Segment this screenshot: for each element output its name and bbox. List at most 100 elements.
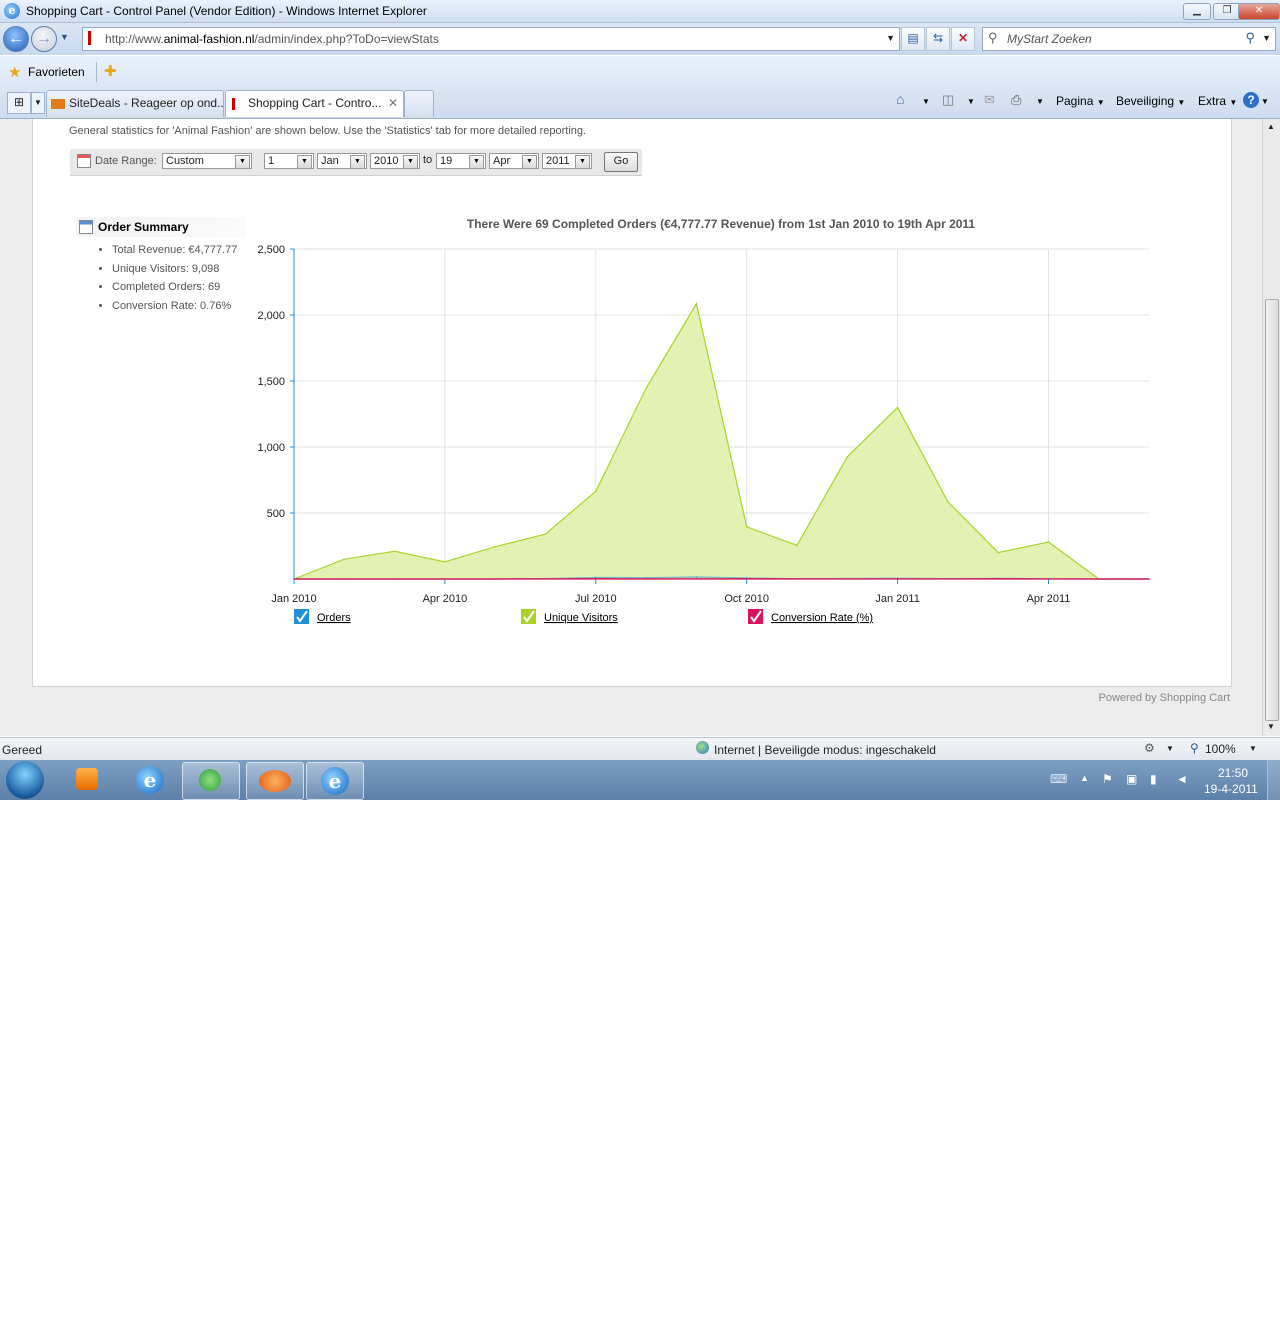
close-window-button[interactable]: ✕ — [1238, 3, 1280, 20]
divider — [96, 62, 97, 82]
network-icon[interactable]: ▮ — [1150, 772, 1157, 786]
shopping-cart-favicon-icon — [232, 97, 240, 110]
refresh-icon[interactable]: ⇆ — [926, 27, 950, 51]
keyboard-icon[interactable]: ⌨ — [1050, 772, 1067, 786]
show-hidden-icons-icon[interactable]: ▲ — [1080, 773, 1089, 783]
print-dropdown-icon[interactable]: ▼ — [1036, 97, 1044, 106]
maximize-button[interactable]: ❐ — [1213, 3, 1241, 20]
y-tick-label: 2,000 — [257, 310, 285, 322]
order-summary-title: Order Summary — [98, 220, 189, 234]
favorites-button[interactable]: Favorieten — [28, 65, 85, 79]
zoom-level[interactable]: 100% — [1205, 742, 1236, 756]
tab-list-dropdown-icon[interactable]: ▼ — [31, 92, 45, 114]
help-icon[interactable]: ? — [1243, 92, 1259, 108]
home-icon[interactable]: ⌂ — [896, 91, 904, 107]
internet-explorer-window-icon[interactable]: e — [306, 762, 364, 800]
unique-visitors-point — [1047, 541, 1050, 543]
security-menu[interactable]: Beveiliging ▼ — [1116, 94, 1185, 108]
clock-date[interactable]: 19-4-2011 — [1204, 782, 1258, 796]
history-dropdown-icon[interactable]: ▼ — [60, 32, 69, 42]
favorites-star-icon[interactable]: ★ — [8, 63, 21, 81]
feeds-dropdown-icon[interactable]: ▼ — [967, 97, 975, 106]
tab-bar: ⊞ ▼ SiteDeals - Reageer op ond... Shoppi… — [0, 88, 1280, 119]
legend-label[interactable]: Orders — [317, 612, 351, 624]
unique-visitors-point — [846, 456, 849, 458]
to-month-select[interactable]: Apr ▼ — [489, 153, 539, 169]
extra-menu[interactable]: Extra ▼ — [1198, 94, 1237, 108]
messenger-icon[interactable] — [182, 762, 240, 800]
unique-visitors-point — [595, 490, 597, 493]
from-day-select[interactable]: 1 ▼ — [264, 153, 314, 169]
forward-button[interactable]: → — [31, 26, 57, 52]
go-button[interactable]: Go — [604, 152, 638, 172]
search-input[interactable]: ⚲ MyStart Zoeken ⚲ ▼ — [982, 27, 1276, 51]
scrollbar-thumb[interactable] — [1265, 299, 1279, 721]
date-range-value: Custom — [166, 155, 204, 167]
from-month-value: Jan — [321, 155, 339, 167]
media-player-icon[interactable] — [60, 762, 116, 798]
zoom-icon[interactable]: ⚲ — [1190, 741, 1199, 755]
add-favorite-icon[interactable]: ✚ — [104, 62, 117, 80]
sitedeals-favicon-icon — [51, 98, 65, 109]
tab-shopping-cart[interactable]: Shopping Cart - Contro... ✕ — [225, 90, 404, 117]
to-day-value: 19 — [440, 155, 453, 167]
unique-visitors-point — [645, 387, 647, 390]
date-range-label: Date Range: — [95, 155, 157, 167]
mail-icon[interactable]: ✉ — [984, 92, 995, 108]
date-range-select[interactable]: Custom ▼ — [162, 153, 252, 169]
close-tab-icon[interactable]: ✕ — [388, 91, 398, 115]
legend-label[interactable]: Unique Visitors — [544, 612, 618, 624]
internet-zone-icon — [696, 741, 709, 754]
feeds-icon[interactable]: ◫ — [942, 92, 954, 108]
from-year-select[interactable]: 2010 ▼ — [370, 153, 420, 169]
compatibility-view-icon[interactable]: ▤ — [901, 27, 925, 51]
print-icon[interactable]: ⎙ — [1011, 92, 1021, 108]
to-year-select[interactable]: 2011 ▼ — [542, 153, 592, 169]
powered-by-text: Powered by Shopping Cart — [1098, 692, 1230, 704]
unique-visitors-point — [393, 550, 396, 553]
protected-mode-dropdown-icon[interactable]: ▼ — [1166, 744, 1174, 753]
x-tick-label: Jan 2010 — [271, 593, 316, 605]
internet-explorer-icon[interactable]: e — [122, 762, 178, 798]
scroll-up-icon[interactable]: ▲ — [1267, 122, 1275, 131]
unique-visitors-point — [896, 406, 899, 409]
navigation-bar: ← → ▼ http://www.animal-fashion.nl/admin… — [0, 23, 1280, 55]
stop-icon[interactable]: ✕ — [951, 27, 975, 51]
minimize-button[interactable]: ▁ — [1183, 3, 1211, 20]
legend-label[interactable]: Conversion Rate (%) — [771, 612, 873, 624]
action-center-icon[interactable]: ⚑ — [1102, 772, 1113, 786]
mail-app-icon[interactable] — [246, 762, 304, 800]
vertical-scrollbar[interactable]: ▲ ▼ — [1262, 119, 1280, 736]
chevron-down-icon: ▼ — [469, 155, 484, 169]
search-go-icon[interactable]: ⚲ — [1245, 30, 1255, 46]
x-tick-label: Jul 2010 — [575, 593, 617, 605]
search-icon: ⚲ — [988, 30, 998, 45]
start-button[interactable] — [6, 761, 44, 799]
to-day-select[interactable]: 19 ▼ — [436, 153, 486, 169]
stats-chart: There Were 69 Completed Orders (€4,777.7… — [257, 217, 1150, 624]
tab-label: SiteDeals - Reageer op ond... — [69, 96, 224, 110]
x-tick-label: Apr 2011 — [1027, 593, 1071, 605]
help-dropdown-icon[interactable]: ▼ — [1261, 97, 1269, 106]
back-button[interactable]: ← — [3, 26, 29, 52]
protected-mode-icon[interactable]: ⚙ — [1144, 741, 1155, 755]
quick-tabs-icon[interactable]: ⊞ — [7, 92, 31, 114]
search-dropdown-icon[interactable]: ▼ — [1262, 33, 1271, 43]
show-desktop-button[interactable] — [1267, 760, 1280, 800]
clock-time[interactable]: 21:50 — [1218, 766, 1248, 780]
chevron-down-icon: ▼ — [297, 155, 312, 169]
volume-icon[interactable]: ◄ — [1176, 772, 1188, 786]
from-month-select[interactable]: Jan ▼ — [317, 153, 367, 169]
power-icon[interactable]: ▣ — [1126, 772, 1137, 786]
address-bar[interactable]: http://www.animal-fashion.nl/admin/index… — [82, 27, 900, 51]
zoom-dropdown-icon[interactable]: ▼ — [1249, 744, 1257, 753]
new-tab-button[interactable] — [404, 90, 434, 117]
home-dropdown-icon[interactable]: ▼ — [922, 97, 930, 106]
favorites-bar: ★ Favorieten ✚ — [0, 56, 1280, 88]
unique-visitors-point — [494, 545, 496, 548]
address-dropdown-icon[interactable]: ▼ — [886, 33, 895, 43]
tab-sitedeals[interactable]: SiteDeals - Reageer op ond... — [46, 90, 224, 117]
scroll-down-icon[interactable]: ▼ — [1267, 722, 1275, 731]
unique-visitors-point — [796, 544, 798, 547]
page-menu[interactable]: Pagina ▼ — [1056, 94, 1105, 108]
